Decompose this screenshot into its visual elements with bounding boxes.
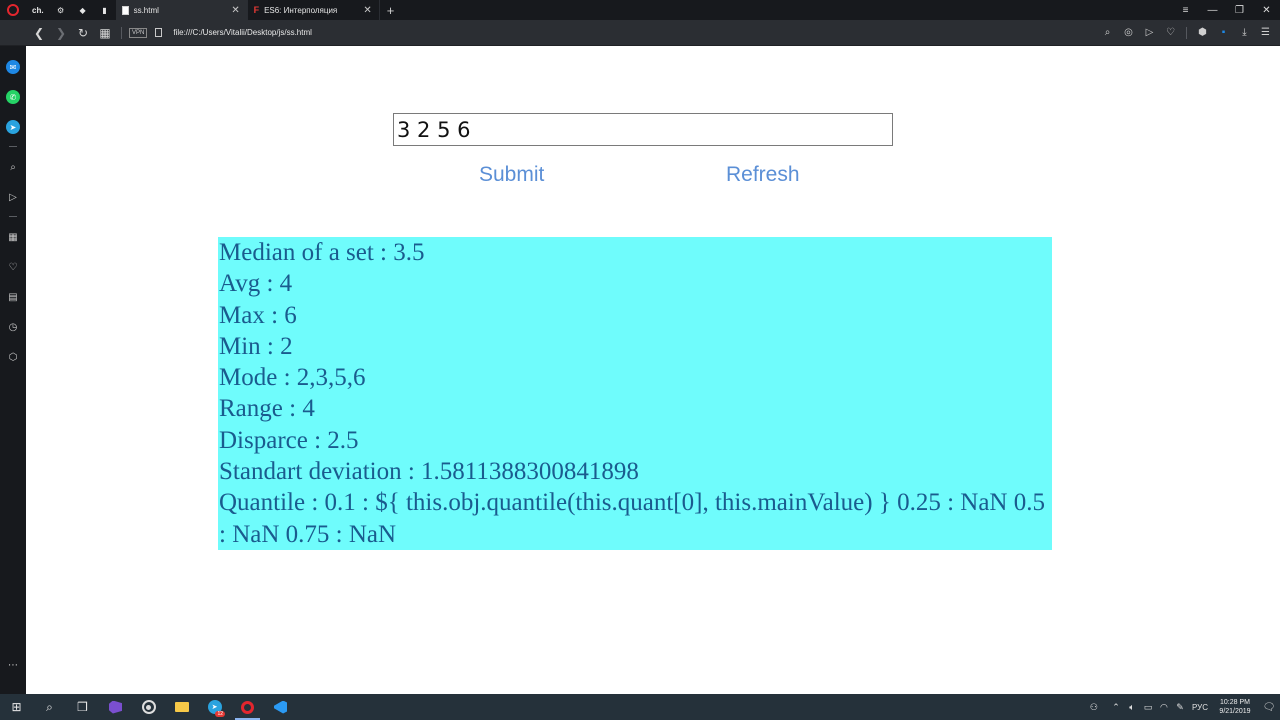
opera-logo-icon — [7, 4, 19, 16]
address-bar-tools: ⌕ ◎ ▷ ♡ ⬢ ▪ ⤓ ☰ — [1097, 20, 1280, 46]
pinned-tab-settings-icon[interactable]: ⚙ — [50, 0, 72, 20]
volume-icon[interactable]: 🔈︎ — [1124, 702, 1140, 713]
vpn-badge[interactable]: VPN — [129, 27, 148, 38]
divider — [1186, 26, 1187, 39]
tab-ss-html[interactable]: ss.html ✕ — [115, 0, 248, 20]
back-icon[interactable]: ❮ — [28, 20, 50, 46]
divider — [9, 216, 17, 217]
more-icon[interactable]: ⋯ — [6, 658, 20, 672]
camera-icon[interactable]: ◎ — [1118, 20, 1139, 46]
address-bar: ❮ ❯ ↻ ▦ VPN file:///C:/Users/Vitalii/Des… — [0, 20, 1280, 46]
min-result: Min : 2 — [219, 332, 293, 360]
divider — [121, 26, 122, 39]
median-result: Median of a set : 3.5 — [219, 239, 425, 266]
chevron-up-icon[interactable]: ⌃ — [1108, 702, 1124, 713]
quantile-result: Quantile : 0.1 : ${ this.obj.quantile(th… — [219, 489, 1045, 548]
windows-taskbar: ⊞ ⌕ ❒ ➤ 12 ⚇ ⌃ 🔈︎ ▭ ◠ ✎ РУС 10:28 PM 9/21… — [0, 694, 1280, 720]
extensions-icon[interactable]: ⬡ — [6, 350, 20, 364]
extension-icon-2[interactable]: ▪ — [1213, 20, 1234, 46]
tabs-grid-icon[interactable]: ▦ — [94, 20, 116, 46]
opera-taskbar-icon[interactable] — [231, 694, 264, 720]
window-controls: ≡ — ❐ ✕ — [1172, 0, 1280, 20]
messenger-icon[interactable]: ✉ — [6, 60, 20, 74]
opera-menu-button[interactable] — [0, 0, 26, 20]
menu-icon[interactable]: ☰ — [1255, 20, 1276, 46]
close-tab-icon[interactable]: ✕ — [231, 5, 241, 16]
speed-dial-icon[interactable]: ▦ — [6, 230, 20, 244]
pinned-tabs: ch. ⚙ ◆ ▮ — [26, 0, 116, 20]
f-favicon-icon: F — [253, 5, 260, 15]
submit-button[interactable]: Submit — [479, 160, 544, 190]
tab-title: ss.html — [133, 5, 159, 15]
range-result: Range : 4 — [219, 395, 315, 423]
vscode-icon[interactable] — [264, 694, 297, 720]
pinned-tab-bookmark-icon[interactable]: ◆ — [72, 0, 94, 20]
start-windows-icon[interactable]: ⊞ — [0, 694, 33, 720]
clock-date: 9/21/2019 — [1219, 708, 1251, 715]
divider — [9, 146, 17, 147]
language-indicator[interactable]: РУС — [1192, 703, 1208, 712]
close-window-icon[interactable]: ✕ — [1253, 0, 1280, 20]
reload-icon[interactable]: ↻ — [72, 20, 94, 46]
system-tray: ⚇ ⌃ 🔈︎ ▭ ◠ ✎ РУС 10:28 PM 9/21/2019 🗨︎ — [1086, 694, 1280, 720]
restore-icon[interactable]: ❐ — [1226, 0, 1253, 20]
notifications-icon[interactable]: 🗨︎ — [1258, 702, 1280, 713]
mode-result: Mode : 2,3,5,6 — [219, 364, 366, 392]
pinned-tab-reader-icon[interactable]: ▮ — [94, 0, 116, 20]
telegram-taskbar-icon[interactable]: ➤ 12 — [198, 694, 231, 720]
tab-title: ES6: Интерполяция — [264, 5, 338, 15]
people-icon[interactable]: ⚇ — [1086, 702, 1102, 713]
send-icon[interactable]: ▷ — [6, 190, 20, 204]
chrome-icon[interactable] — [132, 694, 165, 720]
sidebar: ✉ ✆ ➤ ⌕ ▷ ▦ ♡ ▤ ◷ ⬡ ⋯ — [0, 46, 26, 694]
download-icon[interactable]: ⤓ — [1234, 20, 1255, 46]
results-panel: Median of a set : 3.5 Avg : 4 Max : 6 Mi… — [218, 237, 1052, 550]
file-explorer-icon[interactable] — [165, 694, 198, 720]
search-icon[interactable]: ⌕ — [1097, 20, 1118, 46]
wifi-icon[interactable]: ◠ — [1156, 702, 1172, 713]
std-deviation-result: Standart deviation : 1.5811388300841898 — [219, 458, 639, 486]
clock-time: 10:28 PM — [1220, 699, 1250, 706]
battery-icon[interactable]: ▭ — [1140, 702, 1156, 713]
new-tab-button[interactable]: + — [380, 0, 402, 20]
news-icon[interactable]: ▤ — [6, 290, 20, 304]
history-icon[interactable]: ◷ — [6, 320, 20, 334]
heart-icon[interactable]: ♡ — [6, 260, 20, 274]
page-icon — [155, 28, 163, 37]
whatsapp-icon[interactable]: ✆ — [6, 90, 20, 104]
search-icon[interactable]: ⌕ — [33, 694, 66, 720]
forward-icon[interactable]: ❯ — [50, 20, 72, 46]
page-content: Submit Refresh Median of a set : 3.5 Avg… — [26, 47, 1280, 694]
clock[interactable]: 10:28 PM 9/21/2019 — [1212, 698, 1258, 716]
numbers-input[interactable] — [393, 113, 893, 146]
heart-icon[interactable]: ♡ — [1160, 20, 1181, 46]
minimize-icon[interactable]: — — [1199, 0, 1226, 20]
task-view-icon[interactable]: ❒ — [66, 694, 99, 720]
pen-icon[interactable]: ✎ — [1172, 702, 1188, 713]
send-icon[interactable]: ▷ — [1139, 20, 1160, 46]
search-icon[interactable]: ⌕ — [6, 160, 20, 174]
pinned-tab-ch[interactable]: ch. — [26, 0, 50, 20]
visual-studio-icon[interactable] — [99, 694, 132, 720]
disparce-result: Disparce : 2.5 — [219, 426, 359, 454]
tab-menu-icon[interactable]: ≡ — [1172, 0, 1199, 20]
close-tab-icon[interactable]: ✕ — [363, 5, 373, 16]
telegram-icon[interactable]: ➤ — [6, 120, 20, 134]
telegram-badge: 12 — [215, 711, 225, 717]
extension-icon[interactable]: ⬢ — [1192, 20, 1213, 46]
document-icon — [121, 5, 129, 15]
tab-es6-interpolation[interactable]: F ES6: Интерполяция ✕ — [248, 0, 380, 20]
max-result: Max : 6 — [219, 301, 297, 329]
tab-bar: ch. ⚙ ◆ ▮ ss.html ✕ F ES6: Интерполяция … — [0, 0, 1280, 20]
avg-result: Avg : 4 — [219, 270, 293, 298]
url-field[interactable]: file:///C:/Users/Vitalii/Desktop/js/ss.h… — [173, 28, 312, 37]
refresh-button[interactable]: Refresh — [726, 160, 800, 190]
